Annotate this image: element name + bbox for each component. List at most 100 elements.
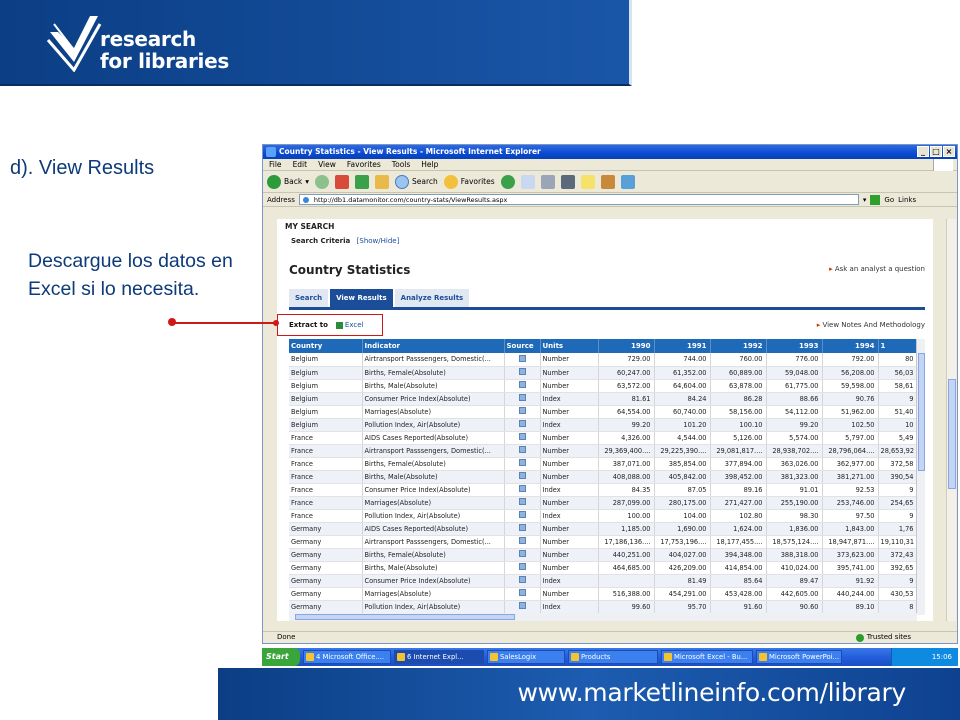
window-controls: _ □ × [917, 146, 955, 157]
cell-value: 56,03 [878, 366, 918, 380]
menu-file[interactable]: File [269, 159, 282, 170]
close-button[interactable]: × [943, 146, 955, 157]
cell-source [504, 600, 541, 614]
address-dropdown-icon[interactable]: ▾ [863, 196, 867, 204]
source-document-icon[interactable] [518, 381, 526, 388]
cell-indicator: Births, Male(Absolute) [362, 561, 505, 575]
source-document-icon[interactable] [518, 589, 526, 596]
print-button[interactable] [540, 174, 555, 189]
source-document-icon[interactable] [518, 511, 526, 518]
forward-button[interactable] [314, 174, 329, 189]
source-document-icon[interactable] [518, 576, 526, 583]
tab-view-results[interactable]: View Results [330, 289, 393, 307]
address-bar: Address http://db1.datamonitor.com/count… [263, 193, 957, 207]
col-header-1990[interactable]: 1990 [598, 339, 655, 353]
favorites-button[interactable]: Favorites [443, 174, 495, 189]
footer-url: www.marketlineinfo.com/library [517, 678, 907, 707]
home-button[interactable] [374, 174, 389, 189]
col-header-1993[interactable]: 1993 [766, 339, 823, 353]
tab-search[interactable]: Search [289, 289, 329, 307]
source-document-icon[interactable] [518, 524, 526, 531]
horizontal-scrollbar[interactable] [289, 613, 917, 621]
favorites-label: Favorites [460, 177, 495, 186]
edit-button[interactable] [560, 174, 575, 189]
links-button[interactable]: Links [898, 196, 916, 204]
menu-view[interactable]: View [318, 159, 336, 170]
col-header-country[interactable]: Country [289, 339, 363, 353]
source-document-icon[interactable] [518, 446, 526, 453]
task-internet-explorer[interactable]: 6 Internet Expl... [394, 650, 484, 664]
task-excel[interactable]: Microsoft Excel - Bu... [661, 650, 753, 664]
cell-country: Germany [289, 522, 363, 536]
menu-favorites[interactable]: Favorites [347, 159, 381, 170]
history-button[interactable] [500, 174, 515, 189]
discuss-button[interactable] [580, 174, 595, 189]
start-button[interactable]: Start [262, 648, 300, 666]
show-hide-link[interactable]: [Show/Hide] [357, 237, 400, 245]
stop-button[interactable] [334, 174, 349, 189]
cell-value: 381,323.00 [766, 470, 823, 484]
page-scroll-thumb[interactable] [948, 379, 956, 489]
source-document-icon[interactable] [518, 407, 526, 414]
research-button[interactable] [600, 174, 615, 189]
source-document-icon[interactable] [518, 433, 526, 440]
minimize-button[interactable]: _ [917, 146, 929, 157]
col-header-1992[interactable]: 1992 [710, 339, 767, 353]
source-document-icon[interactable] [518, 563, 526, 570]
task-products[interactable]: Products [568, 650, 658, 664]
search-criteria: Search Criteria [Show/Hide] [291, 237, 399, 245]
source-document-icon[interactable] [518, 420, 526, 427]
table-scrollbar[interactable] [916, 339, 925, 615]
tab-analyze-results[interactable]: Analyze Results [394, 289, 470, 307]
logo-line-2: for libraries [100, 49, 229, 73]
task-office[interactable]: 4 Microsoft Office.... [303, 650, 391, 664]
source-document-icon[interactable] [518, 537, 526, 544]
cell-value: 395,741.00 [822, 561, 879, 575]
source-document-icon[interactable] [518, 394, 526, 401]
source-document-icon[interactable] [518, 485, 526, 492]
cell-value: 1,843.00 [822, 522, 879, 536]
source-document-icon[interactable] [518, 498, 526, 505]
col-header-1991[interactable]: 1991 [654, 339, 711, 353]
view-notes-link[interactable]: View Notes And Methodology [817, 321, 925, 329]
go-arrow-icon[interactable] [870, 194, 881, 205]
source-document-icon[interactable] [518, 472, 526, 479]
go-button[interactable]: Go [884, 196, 894, 204]
page-scrollbar[interactable] [946, 219, 956, 621]
cell-indicator: Births, Female(Absolute) [362, 366, 505, 380]
col-header-1995[interactable]: 1 [878, 339, 918, 353]
cell-value: 90.60 [766, 600, 823, 614]
cell-value: 17,186,136.... [598, 535, 655, 549]
horizontal-scroll-thumb[interactable] [295, 614, 515, 620]
cell-value: 381,271.00 [822, 470, 879, 484]
messenger-button[interactable] [620, 174, 635, 189]
maximize-button[interactable]: □ [930, 146, 942, 157]
cell-country: Germany [289, 561, 363, 575]
address-input[interactable]: http://db1.datamonitor.com/country-stats… [298, 194, 859, 205]
menu-help[interactable]: Help [421, 159, 438, 170]
source-document-icon[interactable] [518, 602, 526, 609]
task-powerpoint[interactable]: Microsoft PowerPoi... [756, 650, 842, 664]
back-button[interactable]: Back ▾ [267, 174, 309, 189]
search-button[interactable]: Search [394, 174, 438, 189]
cell-value: 29,369,400.... [598, 444, 655, 458]
col-header-source[interactable]: Source [504, 339, 541, 353]
cell-country: France [289, 483, 363, 497]
task-saleslogix[interactable]: SalesLogix [487, 650, 565, 664]
refresh-button[interactable] [354, 174, 369, 189]
ask-analyst-link[interactable]: Ask an analyst a question [829, 265, 925, 273]
source-document-icon[interactable] [518, 354, 526, 362]
source-document-icon[interactable] [518, 550, 526, 557]
col-header-indicator[interactable]: Indicator [362, 339, 505, 353]
col-header-1994[interactable]: 1994 [822, 339, 879, 353]
cell-value: 56,208.00 [822, 366, 879, 380]
source-document-icon[interactable] [518, 459, 526, 466]
col-header-units[interactable]: Units [540, 339, 599, 353]
cell-indicator: Marriages(Absolute) [362, 496, 505, 510]
menu-edit[interactable]: Edit [293, 159, 308, 170]
table-scroll-thumb[interactable] [918, 353, 925, 471]
cell-value: 19,110,31 [878, 535, 918, 549]
menu-tools[interactable]: Tools [392, 159, 410, 170]
source-document-icon[interactable] [518, 368, 526, 375]
mail-button[interactable] [520, 174, 535, 189]
